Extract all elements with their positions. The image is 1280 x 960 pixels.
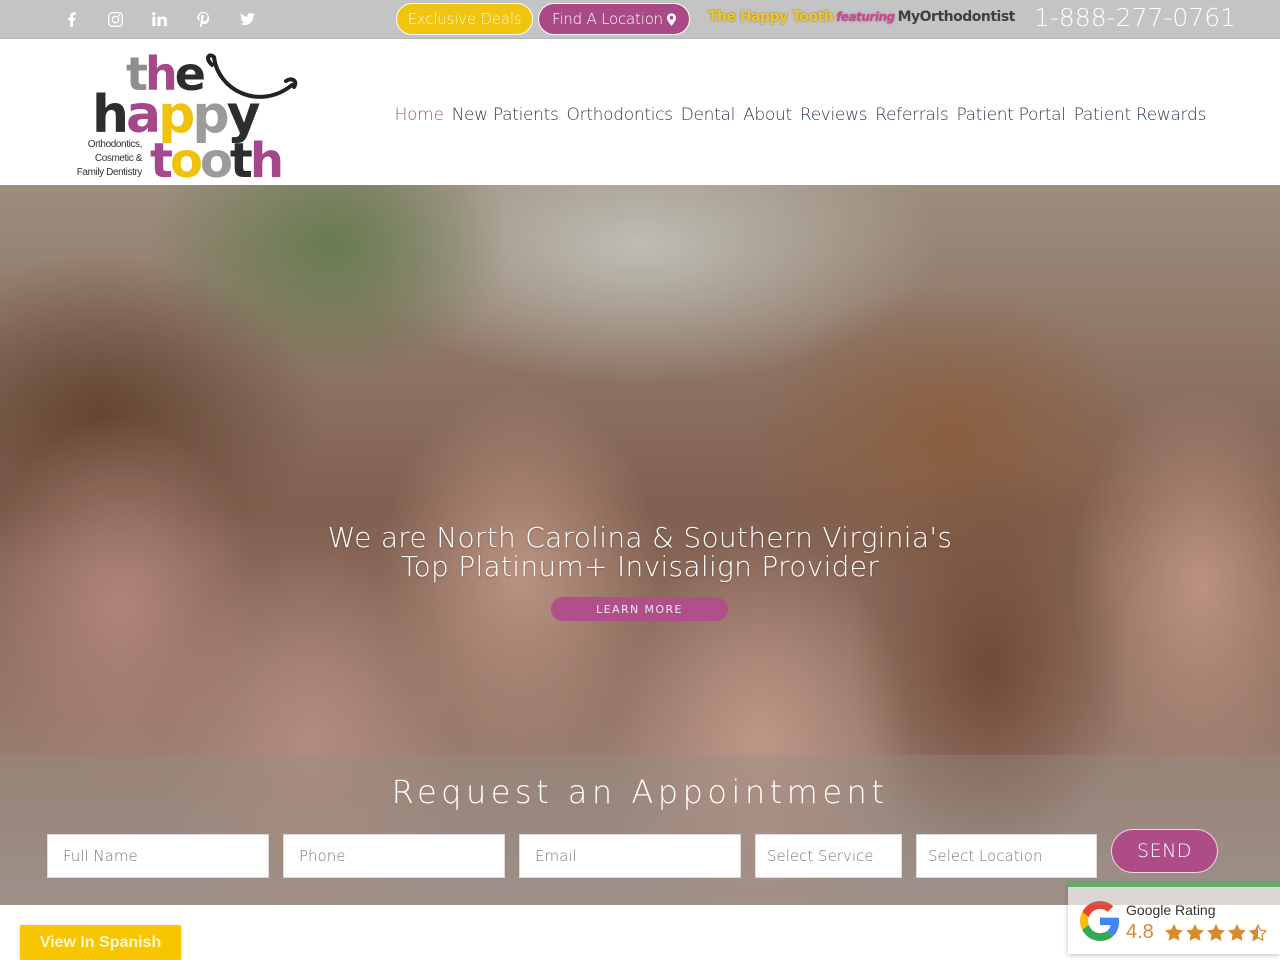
social-links bbox=[60, 0, 280, 38]
pinterest-icon[interactable] bbox=[192, 8, 214, 30]
star-full-icon bbox=[1228, 924, 1246, 941]
logo-tagline-line1: Orthodontics, bbox=[87, 139, 143, 150]
find-location-button[interactable]: Find A Location bbox=[538, 3, 690, 35]
logo-tagline-line2: Cosmetic & bbox=[94, 153, 143, 164]
phone-number-link[interactable]: 1-888-277-0761 bbox=[1034, 3, 1236, 32]
nav-patient-portal[interactable]: Patient Portal bbox=[956, 105, 1066, 125]
hero-headline: We are North Carolina & Southern Virgini… bbox=[0, 523, 1280, 581]
hero-banner: We are North Carolina & Southern Virgini… bbox=[0, 185, 1280, 905]
location-select[interactable]: Select Location bbox=[916, 834, 1097, 878]
main-nav: Home New Patients Orthodontics Dental Ab… bbox=[395, 105, 1207, 125]
send-button[interactable]: SEND bbox=[1111, 829, 1218, 873]
brand-featuring: featuring bbox=[836, 10, 895, 24]
facebook-icon[interactable] bbox=[60, 8, 82, 30]
appointment-form: Request an Appointment Full Name Phone E… bbox=[0, 755, 1280, 905]
linkedin-icon[interactable] bbox=[148, 8, 170, 30]
star-full-icon bbox=[1207, 924, 1225, 941]
brand-happy-tooth: The Happy Tooth bbox=[708, 9, 834, 25]
smile-icon bbox=[206, 53, 298, 99]
logo-word-tooth: tooth bbox=[150, 133, 284, 189]
service-select[interactable]: Select Service bbox=[755, 834, 902, 878]
map-pin-icon bbox=[666, 12, 676, 26]
hero-headline-line2: Top Platinum+ Invisalign Provider bbox=[400, 550, 880, 583]
nav-new-patients[interactable]: New Patients bbox=[452, 105, 559, 125]
nav-reviews[interactable]: Reviews bbox=[800, 105, 868, 125]
brand-tagline: The Happy Tooth featuring MyOrthodontist bbox=[708, 9, 1015, 25]
nav-orthodontics[interactable]: Orthodontics bbox=[567, 105, 673, 125]
email-input[interactable]: Email bbox=[519, 834, 741, 878]
site-header: the happy tooth Orthodontics, Cosmetic &… bbox=[0, 39, 1280, 185]
star-full-icon bbox=[1165, 924, 1183, 941]
star-half-icon bbox=[1249, 924, 1267, 941]
appointment-title: Request an Appointment bbox=[391, 773, 889, 811]
twitter-icon[interactable] bbox=[236, 8, 258, 30]
nav-home[interactable]: Home bbox=[395, 105, 444, 125]
view-in-spanish-button[interactable]: View In Spanish bbox=[20, 925, 181, 960]
full-name-input[interactable]: Full Name bbox=[47, 834, 269, 878]
logo-tagline-line3: Family Dentistry bbox=[76, 167, 143, 178]
instagram-icon[interactable] bbox=[104, 8, 126, 30]
exclusive-deals-label: Exclusive Deals bbox=[407, 10, 522, 28]
site-logo[interactable]: the happy tooth Orthodontics, Cosmetic &… bbox=[70, 45, 305, 189]
nav-patient-rewards[interactable]: Patient Rewards bbox=[1074, 105, 1207, 125]
top-bar: Exclusive Deals Find A Location The Happ… bbox=[0, 0, 1280, 39]
learn-more-button[interactable]: LEARN MORE bbox=[551, 597, 728, 621]
star-full-icon bbox=[1186, 924, 1204, 941]
logo-tagline: Orthodontics, Cosmetic & Family Dentistr… bbox=[72, 138, 143, 180]
phone-input[interactable]: Phone bbox=[283, 834, 505, 878]
hero-headline-line1: We are North Carolina & Southern Virgini… bbox=[327, 521, 953, 554]
exclusive-deals-button[interactable]: Exclusive Deals bbox=[396, 3, 533, 35]
google-rating-score: 4.8 bbox=[1126, 921, 1154, 943]
nav-about[interactable]: About bbox=[743, 105, 792, 125]
brand-myorthodontist: MyOrthodontist bbox=[897, 9, 1016, 25]
nav-dental[interactable]: Dental bbox=[681, 105, 736, 125]
nav-referrals[interactable]: Referrals bbox=[875, 105, 949, 125]
find-location-label: Find A Location bbox=[552, 10, 663, 28]
google-logo-icon bbox=[1080, 901, 1120, 941]
rating-stars bbox=[1165, 924, 1267, 941]
